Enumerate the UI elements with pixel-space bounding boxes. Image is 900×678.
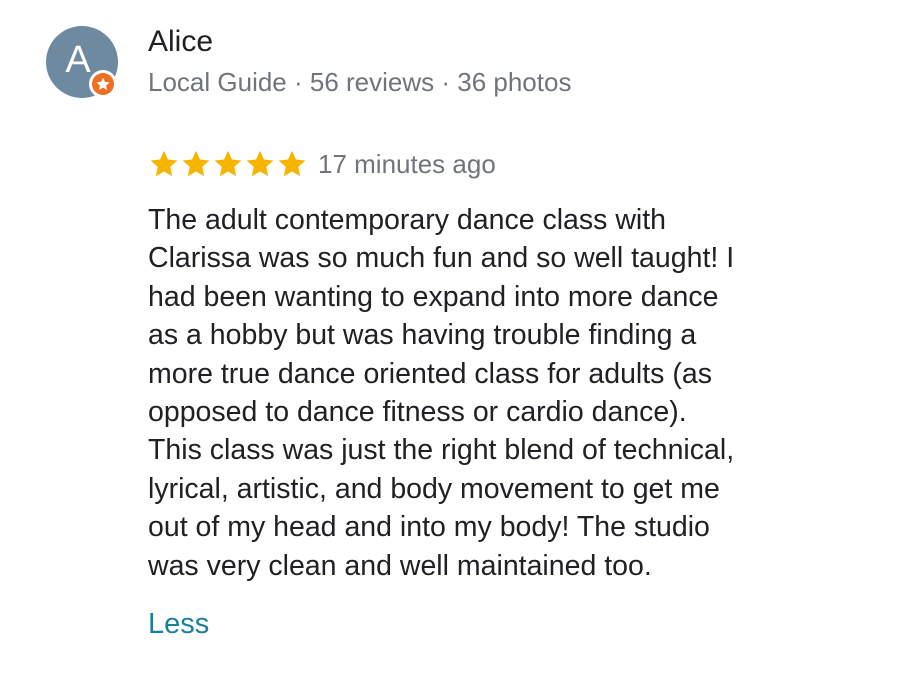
- reviewer-name[interactable]: Alice: [148, 24, 213, 60]
- review-text: The adult contemporary dance class with C…: [148, 201, 888, 585]
- star-icon: [96, 77, 110, 90]
- avatar-initial: A: [65, 39, 91, 81]
- review-text-line: lyrical, artistic, and body movement to …: [148, 472, 720, 505]
- star-icon: [278, 150, 306, 177]
- star-icon: [182, 150, 210, 177]
- reviewer-meta: Local Guide · 56 reviews · 36 photos: [148, 67, 572, 97]
- review-text-line: more true dance oriented class for adult…: [148, 357, 712, 390]
- star-icon: [150, 150, 178, 177]
- review-text-line: Clarissa was so much fun and so well tau…: [148, 242, 735, 275]
- review-text-line: as a hobby but was having trouble findin…: [148, 319, 697, 352]
- review-text-line: opposed to dance fitness or cardio dance…: [148, 396, 687, 429]
- star-icon: [214, 150, 242, 177]
- less-button[interactable]: Less: [148, 606, 209, 642]
- review-text-line: This class was just the right blend of t…: [148, 434, 735, 467]
- local-guide-badge: [89, 70, 117, 98]
- review-text-line: had been wanting to expand into more dan…: [148, 280, 719, 313]
- star-rating: [148, 148, 308, 180]
- review-text-line: The adult contemporary dance class with: [148, 204, 667, 236]
- review-text-line: was very clean and well maintained too.: [148, 549, 652, 582]
- rating-row: 17 minutes ago: [148, 148, 496, 180]
- review-timestamp: 17 minutes ago: [318, 149, 496, 179]
- star-icon: [246, 150, 274, 177]
- review-text-line: out of my head and into my body! The stu…: [148, 511, 710, 544]
